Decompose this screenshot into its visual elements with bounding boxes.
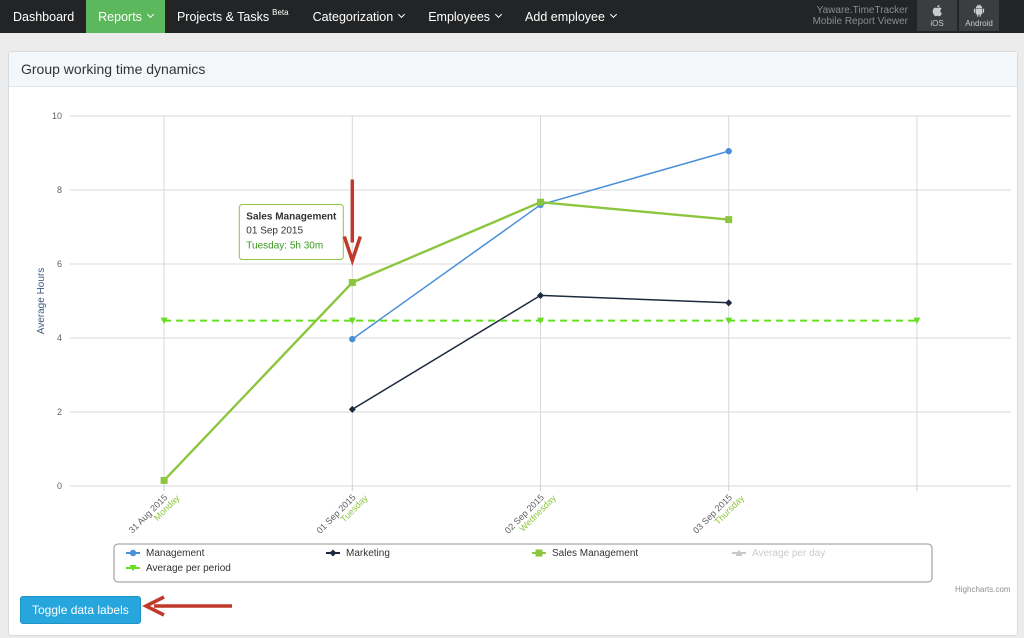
- android-icon: [973, 3, 985, 17]
- y-tick-label: 10: [52, 111, 62, 121]
- apple-icon: [932, 4, 942, 16]
- chevron-down-icon: [494, 10, 503, 19]
- chart-container: 0 2 4 6 8 10 31 Aug 2015 Monday 01 Sep 2015 Tuesd…: [9, 88, 1017, 603]
- x-tick-label: 31 Aug 2015Monday: [127, 492, 182, 535]
- legend-label: Sales Management: [552, 548, 638, 559]
- x-tick-label: 02 Sep 2015Wednesday: [503, 492, 559, 535]
- annotation-arrow-left-icon: [142, 595, 232, 617]
- report-panel: Group working time dynamics 0 2 4 6 8 10 31 Au…: [8, 51, 1018, 636]
- chevron-down-icon: [398, 10, 406, 19]
- highcharts-credits[interactable]: Highcharts.com: [955, 585, 1011, 594]
- chevron-down-icon: [609, 10, 617, 19]
- y-tick-label: 0: [57, 481, 62, 491]
- top-navbar: Dashboard Reports Projects & Tasks Beta …: [0, 0, 1024, 33]
- legend-label: Management: [146, 548, 205, 559]
- tooltip-date: 01 Sep 2015: [246, 226, 303, 237]
- legend-marker: [535, 549, 543, 557]
- y-tick-label: 8: [57, 185, 62, 195]
- panel-header: Group working time dynamics: [9, 52, 1017, 87]
- tooltip-value: Tuesday: 5h 30m: [246, 241, 323, 252]
- legend: Management Marketing Sales Management Avera…: [113, 543, 933, 583]
- nav-categorization-label: Categorization: [312, 9, 394, 24]
- nav-employees-label: Employees: [428, 9, 491, 24]
- mobile-line-1: Yaware.TimeTracker: [816, 5, 908, 16]
- nav-add-employee-label: Add employee: [525, 9, 605, 24]
- tooltip: Sales Management 01 Sep 2015 Tuesday: 5h 3…: [238, 204, 344, 260]
- mobile-line-2: Mobile Report Viewer: [812, 16, 908, 27]
- panel-title: Group working time dynamics: [21, 61, 206, 77]
- data-point-marketing: [725, 299, 733, 307]
- legend-marker: [129, 549, 137, 557]
- data-point-sales: [348, 279, 356, 286]
- nav-projects-tasks[interactable]: Projects & Tasks Beta: [165, 0, 301, 33]
- nav-reports[interactable]: Reports: [86, 0, 165, 33]
- data-point-management: [725, 147, 732, 155]
- android-app-button[interactable]: Android: [959, 0, 999, 31]
- legend-label: Average per day: [752, 548, 825, 559]
- ios-app-button[interactable]: iOS: [917, 0, 957, 31]
- nav-add-employee[interactable]: Add employee: [513, 0, 628, 33]
- y-tick-label: 6: [57, 259, 62, 269]
- data-point-sales: [160, 476, 168, 484]
- android-label: Android: [965, 18, 993, 28]
- ios-label: iOS: [930, 18, 944, 28]
- x-tick-label: 03 Sep 2015Thursday: [691, 492, 747, 535]
- line-chart: 024681031 Aug 2015Monday 01 Sep 2015Tuesd…: [36, 111, 1011, 583]
- tooltip-series: Sales Management: [246, 212, 337, 223]
- nav-employees[interactable]: Employees: [416, 0, 513, 33]
- chevron-down-icon: [146, 10, 154, 19]
- mobile-viewer-text: Yaware.TimeTracker Mobile Report Viewer: [788, 5, 908, 27]
- y-tick-label: 2: [57, 407, 62, 417]
- y-tick-label: 4: [57, 333, 62, 343]
- data-point-marketing: [537, 291, 544, 299]
- legend-label: Average per period: [146, 563, 231, 574]
- toggle-data-labels-button[interactable]: Toggle data labels: [20, 596, 141, 624]
- data-point-sales: [537, 198, 544, 206]
- legend-label: Marketing: [346, 548, 390, 559]
- data-point-sales: [725, 216, 733, 224]
- data-point-management: [349, 335, 356, 343]
- nav-dashboard[interactable]: Dashboard: [0, 0, 86, 33]
- beta-badge: Beta: [272, 8, 289, 17]
- x-tick-label: 01 Sep 2015Tuesday: [315, 492, 371, 535]
- nav-reports-label: Reports: [98, 9, 142, 24]
- nav-dashboard-label: Dashboard: [13, 9, 75, 24]
- y-axis-title: Average Hours: [36, 268, 47, 335]
- nav-categorization[interactable]: Categorization: [301, 0, 417, 33]
- nav-projects-label: Projects & Tasks: [176, 9, 270, 24]
